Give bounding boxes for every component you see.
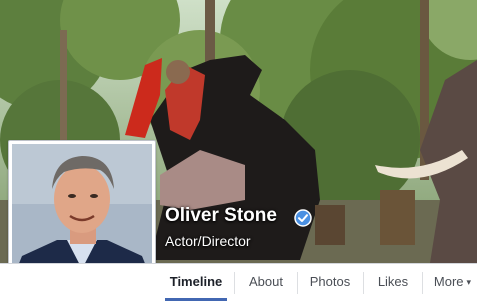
profile-nav-bar: Timeline About Photos Likes More ▾ xyxy=(0,263,477,301)
tab-timeline[interactable]: Timeline xyxy=(165,264,227,301)
tab-likes[interactable]: Likes xyxy=(368,264,418,301)
tab-timeline-label: Timeline xyxy=(169,274,223,289)
tab-about[interactable]: About xyxy=(240,264,292,301)
tab-photos[interactable]: Photos xyxy=(302,264,358,301)
profile-category: Actor/Director xyxy=(165,233,251,249)
tab-divider xyxy=(234,272,235,294)
tab-divider xyxy=(363,272,364,294)
tab-divider xyxy=(422,272,423,294)
caret-down-icon: ▾ xyxy=(466,277,472,287)
tab-photos-label: Photos xyxy=(309,274,351,289)
profile-picture-image xyxy=(12,144,152,281)
profile-name[interactable]: Oliver Stone xyxy=(165,205,277,227)
verified-check-icon xyxy=(294,209,312,227)
tab-divider xyxy=(297,272,298,294)
tab-more[interactable]: More ▾ xyxy=(428,264,477,301)
tab-about-label: About xyxy=(249,274,283,289)
tab-likes-label: Likes xyxy=(377,274,409,289)
tab-more-label: More xyxy=(433,274,464,289)
